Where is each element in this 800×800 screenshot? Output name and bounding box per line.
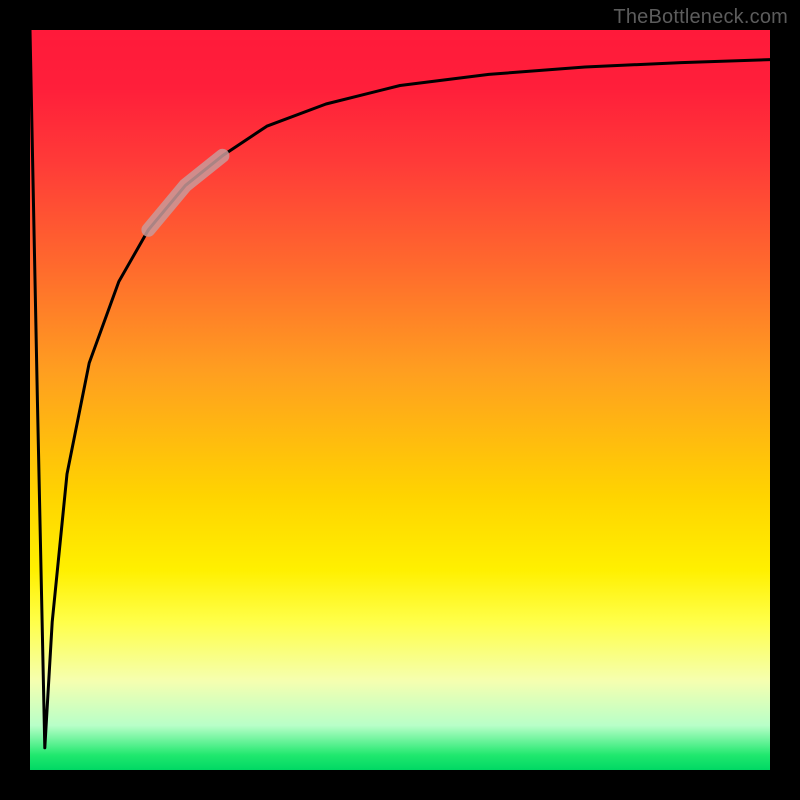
watermark-text: TheBottleneck.com — [613, 6, 788, 29]
plot-area — [30, 30, 770, 770]
curve-svg — [30, 30, 770, 770]
primary-curve — [30, 30, 770, 748]
highlight-segment — [148, 156, 222, 230]
chart-frame: TheBottleneck.com — [0, 0, 800, 800]
